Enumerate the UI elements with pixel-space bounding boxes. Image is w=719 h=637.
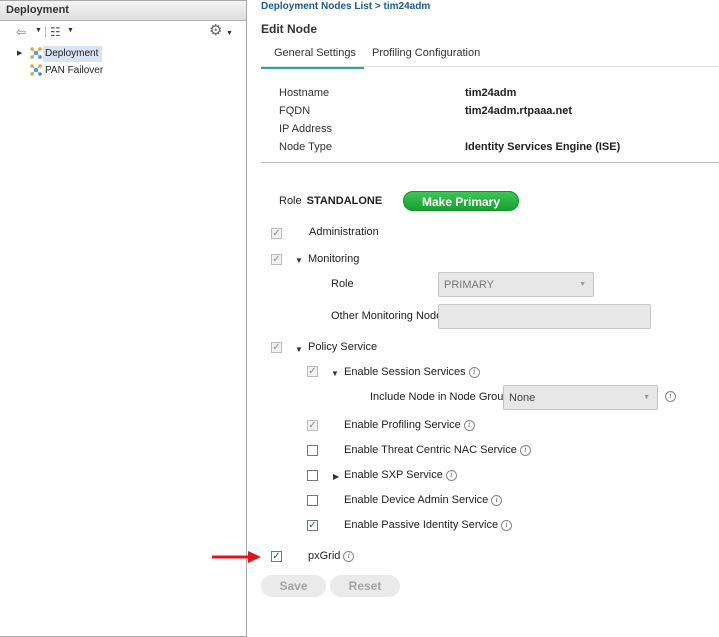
section-divider: [261, 162, 719, 163]
node-group-label: Include Node in Node Group: [370, 391, 510, 403]
device-admin-label: Enable Device Admin Service: [344, 494, 489, 506]
tab-profiling-configuration[interactable]: Profiling Configuration: [372, 47, 480, 59]
threat-nac-row: Enable Threat Centric NAC Service i: [344, 444, 531, 456]
info-icon[interactable]: i: [445, 469, 457, 481]
fqdn-value: tim24adm.rtpaaa.net: [465, 105, 572, 117]
back-dropdown-icon[interactable]: ▼: [35, 27, 42, 34]
pxgrid-checkbox[interactable]: ✓: [271, 551, 282, 562]
session-services-checkbox[interactable]: ✓: [307, 366, 318, 377]
deployment-node-icon: [30, 47, 42, 60]
sxp-expand-icon[interactable]: ▶: [333, 472, 339, 481]
sxp-service-checkbox[interactable]: [307, 470, 318, 481]
info-icon[interactable]: i: [468, 366, 480, 378]
profiling-service-checkbox[interactable]: ✓: [307, 420, 318, 431]
deployment-panel-title: Deployment: [0, 1, 246, 21]
fqdn-label: FQDN: [279, 105, 311, 117]
tree-item-label: PAN Failover: [45, 65, 104, 76]
policy-service-label: Policy Service: [308, 341, 378, 353]
node-type-label: Node Type: [279, 141, 333, 153]
tree-toolbar: ⇦ ▼ | ☷ ▼ ⚙ ▼: [0, 21, 246, 43]
annotation-arrow-icon: [212, 551, 261, 563]
session-services-row: Enable Session Services i: [344, 366, 480, 378]
save-button[interactable]: Save: [261, 575, 326, 597]
tree-view-icon[interactable]: ☷: [50, 25, 61, 39]
info-icon[interactable]: i: [491, 494, 503, 506]
tree-expand-icon[interactable]: ▶: [17, 49, 22, 57]
session-services-collapse-icon[interactable]: ▼: [331, 369, 339, 378]
tree-item-deployment[interactable]: Deployment: [29, 46, 103, 62]
monitoring-checkbox[interactable]: ✓: [271, 254, 282, 265]
pxgrid-row: pxGrid i: [308, 550, 355, 562]
monitoring-collapse-icon[interactable]: ▼: [295, 256, 303, 265]
edit-node-panel: Deployment Nodes List > tim24adm Edit No…: [248, 0, 719, 637]
monitoring-role-label: Role: [331, 278, 354, 290]
session-services-label: Enable Session Services: [344, 366, 466, 378]
device-admin-checkbox[interactable]: [307, 495, 318, 506]
policy-service-collapse-icon[interactable]: ▼: [295, 345, 303, 354]
device-admin-row: Enable Device Admin Service i: [344, 494, 503, 506]
hostname-value: tim24adm: [465, 87, 517, 99]
threat-nac-label: Enable Threat Centric NAC Service: [344, 444, 517, 456]
chevron-down-icon: ▼: [643, 394, 650, 401]
passive-identity-checkbox[interactable]: ✓: [307, 520, 318, 531]
profiling-service-label: Enable Profiling Service: [344, 419, 461, 431]
pan-failover-icon: [30, 64, 42, 77]
make-primary-button[interactable]: Make Primary: [403, 191, 519, 211]
role-label: Role: [279, 195, 302, 207]
monitoring-role-value: PRIMARY: [444, 279, 494, 291]
other-monitoring-node-field[interactable]: [438, 304, 651, 329]
gear-dropdown-icon[interactable]: ▼: [226, 30, 233, 37]
administration-checkbox[interactable]: ✓: [271, 228, 282, 239]
tab-divider: [261, 66, 719, 67]
gear-icon[interactable]: ⚙: [209, 23, 222, 38]
tree-item-label: Deployment: [43, 46, 103, 62]
info-icon[interactable]: i: [665, 391, 676, 402]
info-icon[interactable]: i: [501, 519, 513, 531]
hostname-label: Hostname: [279, 87, 330, 99]
tree-item-pan-failover[interactable]: PAN Failover: [29, 63, 107, 79]
node-group-select[interactable]: None ▼: [503, 385, 658, 410]
breadcrumb[interactable]: Deployment Nodes List > tim24adm: [261, 1, 430, 12]
info-icon[interactable]: i: [519, 444, 531, 456]
role-row: Role STANDALONE: [279, 195, 382, 207]
page-title: Edit Node: [261, 22, 317, 36]
node-type-value: Identity Services Engine (ISE): [465, 141, 621, 153]
toolbar-divider: |: [44, 24, 48, 38]
monitoring-role-select[interactable]: PRIMARY ▼: [438, 272, 594, 297]
passive-identity-row: Enable Passive Identity Service i: [344, 519, 513, 531]
sxp-service-label: Enable SXP Service: [344, 469, 443, 481]
profiling-service-row: Enable Profiling Service i: [344, 419, 475, 431]
back-arrow-icon[interactable]: ⇦: [16, 25, 26, 39]
ip-address-label: IP Address: [279, 123, 332, 135]
tree-view-dropdown-icon[interactable]: ▼: [67, 27, 74, 34]
chevron-down-icon: ▼: [579, 281, 586, 288]
other-monitoring-node-label: Other Monitoring Node: [331, 310, 443, 322]
info-icon[interactable]: i: [463, 419, 475, 431]
policy-service-checkbox[interactable]: ✓: [271, 342, 282, 353]
threat-nac-checkbox[interactable]: [307, 445, 318, 456]
administration-label: Administration: [309, 226, 379, 238]
deployment-panel: Deployment ⇦ ▼ | ☷ ▼ ⚙ ▼ ▶ Deployment PA…: [0, 0, 247, 637]
reset-button[interactable]: Reset: [330, 575, 400, 597]
info-icon[interactable]: i: [343, 550, 355, 562]
pxgrid-label: pxGrid: [308, 550, 341, 562]
passive-identity-label: Enable Passive Identity Service: [344, 519, 499, 531]
monitoring-label: Monitoring: [308, 253, 360, 265]
role-value: STANDALONE: [306, 195, 383, 207]
sxp-service-row: Enable SXP Service i: [344, 469, 457, 481]
node-group-value: None: [509, 392, 536, 404]
